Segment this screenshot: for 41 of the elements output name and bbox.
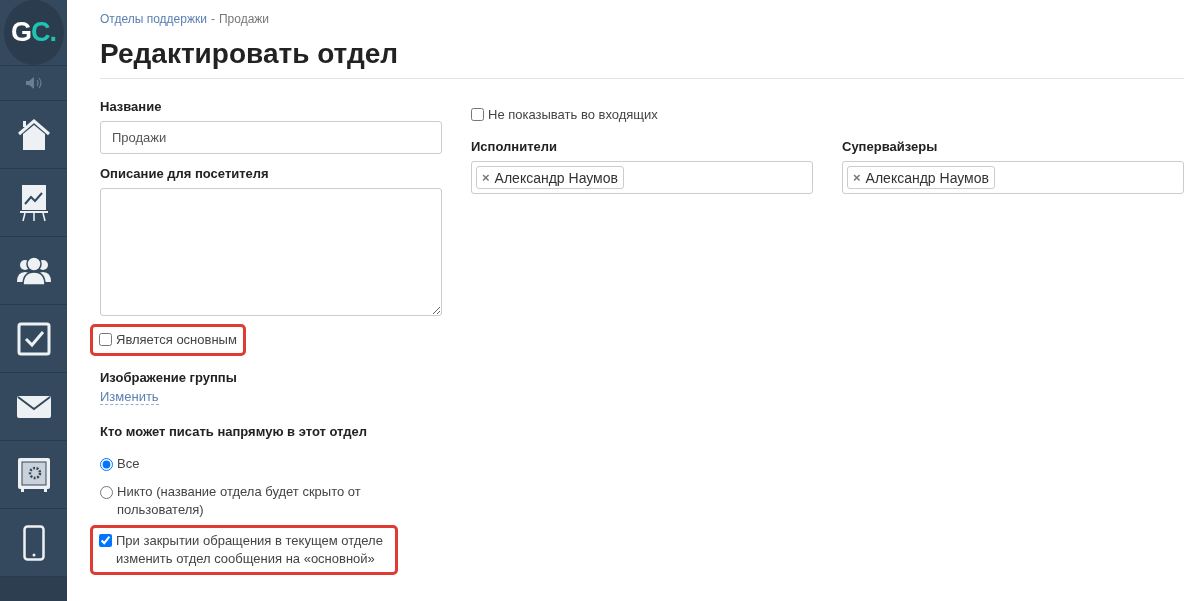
checkbox-option[interactable]: Не показывать во входящих <box>462 99 667 131</box>
field-label: Описание для посетителя <box>100 166 270 181</box>
section-label: Изображение группы <box>100 370 238 385</box>
safe-icon <box>16 456 51 493</box>
field-label: Название <box>100 99 163 114</box>
highlighted-checkbox-option[interactable]: Является основным <box>90 324 246 356</box>
page-title: Редактировать отдел <box>100 38 1184 79</box>
tag-input-field[interactable]: × Александр Наумов <box>842 161 1184 194</box>
presentation-chart-icon <box>18 183 49 222</box>
field-label: Супервайзеры <box>842 139 939 154</box>
checkbox-label: Является основным <box>116 331 237 349</box>
user-tag[interactable]: × Александр Наумов <box>476 166 624 189</box>
logo[interactable]: GC. <box>3 0 64 65</box>
speaker-icon <box>24 76 43 90</box>
users-icon <box>15 255 52 286</box>
highlighted-checkbox-option[interactable]: При закрытии обращения в текущем отделе изменить отдел сообщения на «основной» <box>90 525 398 575</box>
radio-label: Все <box>117 455 140 473</box>
checkbox-label: Не показывать во входящих <box>488 106 658 124</box>
radio-button[interactable] <box>100 458 113 471</box>
radio-option[interactable]: Все <box>100 455 370 473</box>
change-link[interactable]: Изменить <box>100 389 159 405</box>
breadcrumb-link[interactable]: Отделы поддержки <box>100 12 207 26</box>
checkbox[interactable] <box>99 333 112 346</box>
breadcrumb-text: Продажи <box>218 12 270 26</box>
section-label: Кто может писать напрямую в этот отдел <box>100 424 369 439</box>
checkbox[interactable] <box>99 534 112 547</box>
phone-icon <box>22 524 45 561</box>
tag-input-field[interactable]: × Александр Наумов <box>471 161 813 194</box>
user-tag[interactable]: × Александр Наумов <box>847 166 995 189</box>
checkbox-icon <box>16 321 51 356</box>
breadcrumb-text: - <box>210 12 215 26</box>
home-icon <box>16 118 51 151</box>
remove-tag-button[interactable]: × <box>853 170 861 185</box>
checkbox-label: При закрытии обращения в текущем отделе изменить отдел сообщения на «основной» <box>116 532 384 568</box>
radio-button[interactable] <box>100 486 113 499</box>
remove-tag-button[interactable]: × <box>482 170 490 185</box>
checkbox[interactable] <box>471 108 484 121</box>
name-input-field[interactable]: Продажи <box>100 121 442 154</box>
field-label: Исполнители <box>471 139 558 154</box>
sidebar-footer <box>0 576 67 601</box>
mail-icon <box>16 395 51 418</box>
